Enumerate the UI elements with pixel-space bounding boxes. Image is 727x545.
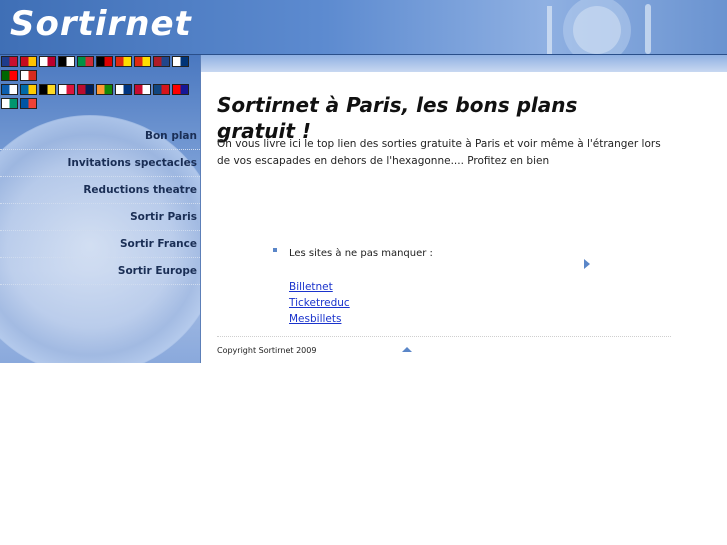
separator (217, 336, 671, 337)
sidebar-item-label[interactable]: Sortir France (120, 238, 197, 250)
sidebar-item-label[interactable]: Bon plan (145, 130, 197, 142)
sidebar-item[interactable]: Reductions theatre (0, 177, 200, 204)
greece-flag-icon[interactable] (1, 84, 18, 95)
belgium-flag-icon[interactable] (39, 84, 56, 95)
norway-flag-icon[interactable] (77, 84, 94, 95)
finland-flag-icon[interactable] (115, 84, 132, 95)
sidebar-menu: Bon plan Invitations spectacles Reductions… (0, 123, 200, 285)
site-link[interactable]: Billetnet (289, 279, 350, 295)
sidebar-item[interactable]: Sortir Paris (0, 204, 200, 231)
site-link[interactable]: Ticketreduc (289, 295, 350, 311)
arrow-right-icon[interactable] (584, 259, 590, 269)
portugal-flag-icon[interactable] (1, 70, 18, 81)
korea-flag-icon[interactable] (172, 56, 189, 67)
sidebar-item[interactable]: Bon plan (0, 123, 200, 150)
china-flag-icon[interactable] (115, 56, 132, 67)
sidebar-item[interactable]: Sortir Europe (0, 258, 200, 285)
germany-flag-icon[interactable] (96, 56, 113, 67)
language-flags (0, 55, 200, 112)
croatia-flag-icon[interactable] (172, 84, 189, 95)
sites-label: Les sites à ne pas manquer : (289, 248, 433, 259)
site-link[interactable]: Mesbillets (289, 311, 350, 327)
back-to-top-icon[interactable] (402, 347, 412, 352)
russia-flag-icon[interactable] (20, 70, 37, 81)
spain-flag-icon[interactable] (20, 56, 37, 67)
sidebar: Bon plan Invitations spectacles Reductions… (0, 55, 201, 363)
sidebar-item-label[interactable]: Reductions theatre (83, 184, 197, 196)
italy-flag-icon[interactable] (77, 56, 94, 67)
sidebar-item[interactable]: Sortir France (0, 231, 200, 258)
netherlands-flag-icon[interactable] (153, 56, 170, 67)
flag-row (1, 98, 200, 109)
site-header: Sortirnet (0, 0, 727, 55)
bulgaria-flag-icon[interactable] (1, 98, 18, 109)
flag-row (1, 56, 200, 67)
content-top-bar (201, 55, 727, 72)
intro-text: On vous livre ici le top lien des sortie… (217, 138, 661, 167)
copyright: Copyright Sortirnet 2009 (217, 346, 317, 355)
site-title: Sortirnet (10, 4, 192, 44)
poland-flag-icon[interactable] (58, 84, 75, 95)
japan-flag-icon[interactable] (39, 56, 56, 67)
uk-flag-icon[interactable] (1, 56, 18, 67)
czech-flag-icon[interactable] (153, 84, 170, 95)
sidebar-item-label[interactable]: Invitations spectacles (67, 157, 197, 169)
france-flag-icon[interactable] (20, 98, 37, 109)
flag-row (1, 70, 200, 81)
sweden-flag-icon[interactable] (20, 84, 37, 95)
palestine-flag-icon[interactable] (58, 56, 75, 67)
main-content: Sortirnet à Paris, les bons plans gratui… (201, 72, 727, 363)
denmark-flag-icon[interactable] (134, 84, 151, 95)
sidebar-item-label[interactable]: Sortir Paris (130, 211, 197, 223)
bullet-icon (273, 248, 277, 252)
plate-cutlery-icon (547, 0, 651, 54)
sidebar-item-label[interactable]: Sortir Europe (118, 265, 197, 277)
site-links: Billetnet Ticketreduc Mesbillets (289, 279, 350, 327)
sidebar-item[interactable]: Invitations spectacles (0, 150, 200, 177)
china-flag-2-icon[interactable] (134, 56, 151, 67)
flag-row (1, 84, 200, 95)
india-flag-icon[interactable] (96, 84, 113, 95)
